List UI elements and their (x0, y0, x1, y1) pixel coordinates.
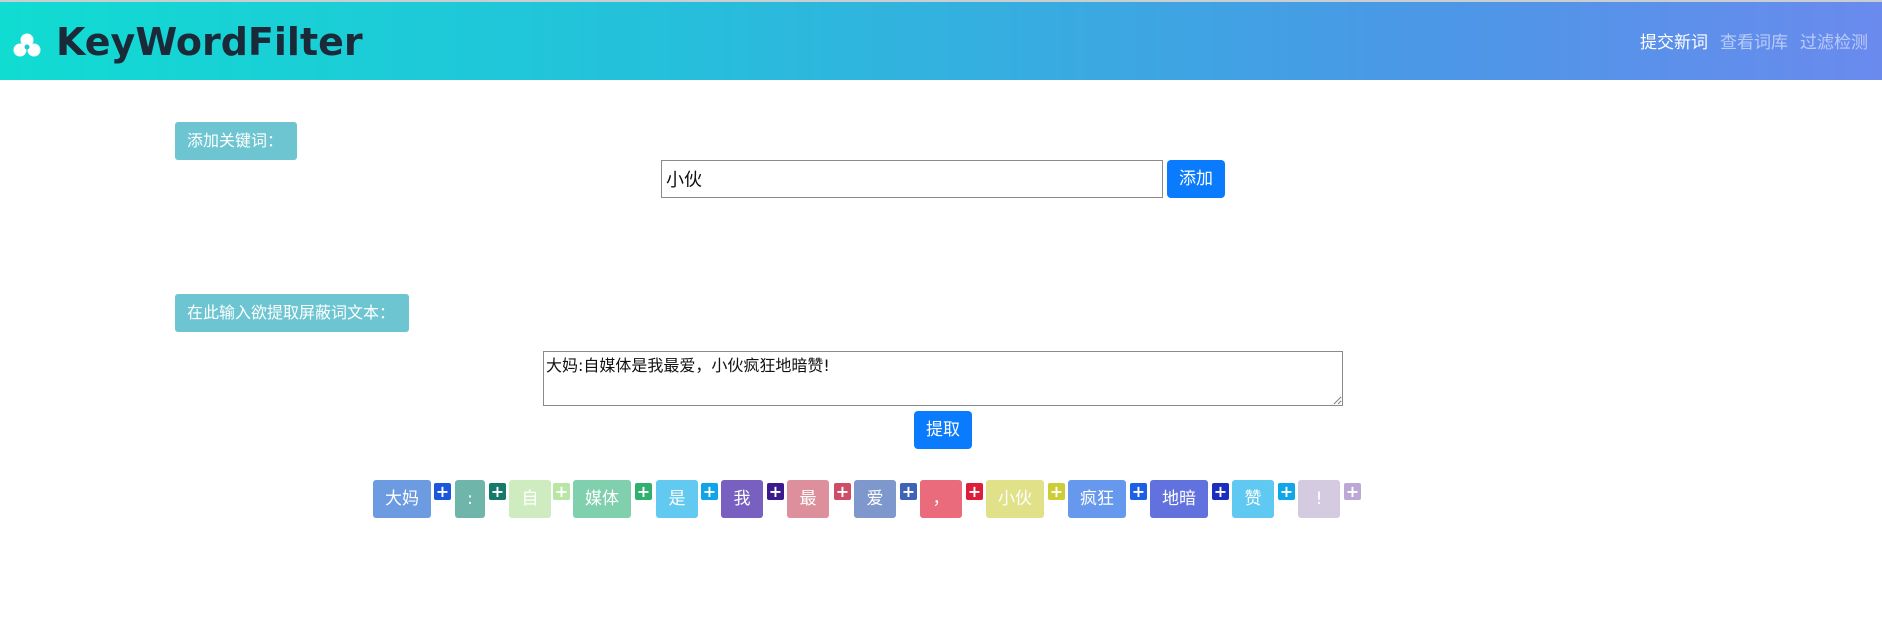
token-chip[interactable]: 最 (787, 480, 829, 518)
token-chip[interactable]: ， (920, 480, 962, 518)
nav-view-lexicon[interactable]: 查看词库 (1720, 32, 1788, 54)
resize-grip-icon[interactable] (1333, 396, 1342, 405)
keyword-input[interactable] (661, 160, 1163, 198)
plus-icon[interactable]: + (966, 483, 983, 500)
plus-icon[interactable]: + (434, 483, 451, 500)
token-chip[interactable]: 小伙 (986, 480, 1044, 518)
token-chip[interactable]: 大妈 (373, 480, 431, 518)
token-chip[interactable]: 赞 (1232, 480, 1274, 518)
token-chip[interactable]: 自 (509, 480, 551, 518)
token-chip[interactable]: : (455, 480, 485, 518)
token-chip[interactable]: 地暗 (1150, 480, 1208, 518)
token-row: 大妈 +: + 自 + 媒体 + 是 + 我 + 最 + 爱 +， + 小伙 + 疯狂 + 地暗 + 赞 +! + (373, 480, 1373, 518)
token-chip[interactable]: 我 (721, 480, 763, 518)
plus-icon[interactable]: + (489, 483, 506, 500)
plus-icon[interactable]: + (1130, 483, 1147, 500)
plus-icon[interactable]: + (900, 483, 917, 500)
plus-icon[interactable]: + (553, 483, 570, 500)
plus-icon[interactable]: + (1212, 483, 1229, 500)
plus-icon[interactable]: + (635, 483, 652, 500)
token-chip[interactable]: 媒体 (573, 480, 631, 518)
add-keyword-label: 添加关键词： (175, 122, 297, 160)
plus-icon[interactable]: + (1278, 483, 1295, 500)
plus-icon[interactable]: + (1048, 483, 1065, 500)
add-button[interactable]: 添加 (1167, 160, 1225, 198)
extract-button[interactable]: 提取 (914, 411, 972, 449)
extract-textarea[interactable]: 大妈:自媒体是我最爱，小伙疯狂地暗赞! (543, 351, 1343, 406)
token-chip[interactable]: 爱 (854, 480, 896, 518)
plus-icon[interactable]: + (701, 483, 718, 500)
plus-icon[interactable]: + (1344, 483, 1361, 500)
token-chip[interactable]: 是 (656, 480, 698, 518)
brand-title[interactable]: KeyWordFilter (56, 18, 363, 66)
token-chip[interactable]: 疯狂 (1068, 480, 1126, 518)
trefoil-clover-icon (13, 33, 41, 57)
token-chip[interactable]: ! (1298, 480, 1340, 518)
nav-submit-new-word[interactable]: 提交新词 (1640, 32, 1708, 54)
nav-filter-check[interactable]: 过滤检测 (1800, 32, 1868, 54)
navbar: KeyWordFilter 提交新词 查看词库 过滤检测 (0, 2, 1882, 80)
plus-icon[interactable]: + (834, 483, 851, 500)
plus-icon[interactable]: + (767, 483, 784, 500)
extract-text-label: 在此输入欲提取屏蔽词文本： (175, 294, 409, 332)
